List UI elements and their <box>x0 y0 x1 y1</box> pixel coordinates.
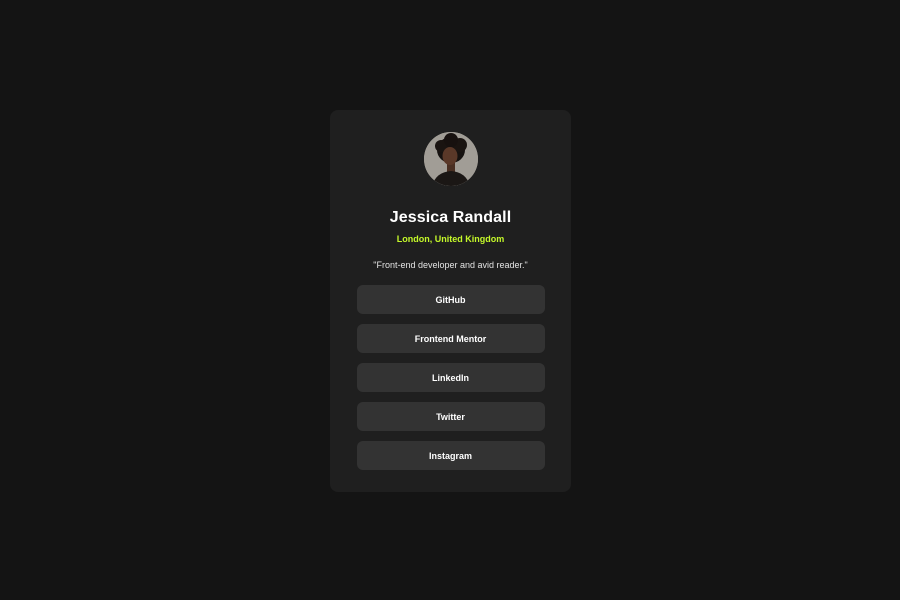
github-link-button[interactable]: GitHub <box>356 285 545 314</box>
linkedin-link-button[interactable]: LinkedIn <box>356 363 545 392</box>
profile-card: Jessica Randall London, United Kingdom "… <box>330 110 571 492</box>
frontend-mentor-link-button[interactable]: Frontend Mentor <box>356 324 545 353</box>
profile-name: Jessica Randall <box>389 209 512 226</box>
avatar <box>423 132 478 186</box>
profile-location: London, United Kingdom <box>396 234 505 244</box>
instagram-link-button[interactable]: Instagram <box>356 441 545 470</box>
twitter-link-button[interactable]: Twitter <box>356 402 545 431</box>
avatar-image <box>423 132 478 186</box>
profile-bio: "Front-end developer and avid reader." <box>373 260 528 270</box>
social-links-list: GitHub Frontend Mentor LinkedIn Twitter … <box>356 285 545 470</box>
